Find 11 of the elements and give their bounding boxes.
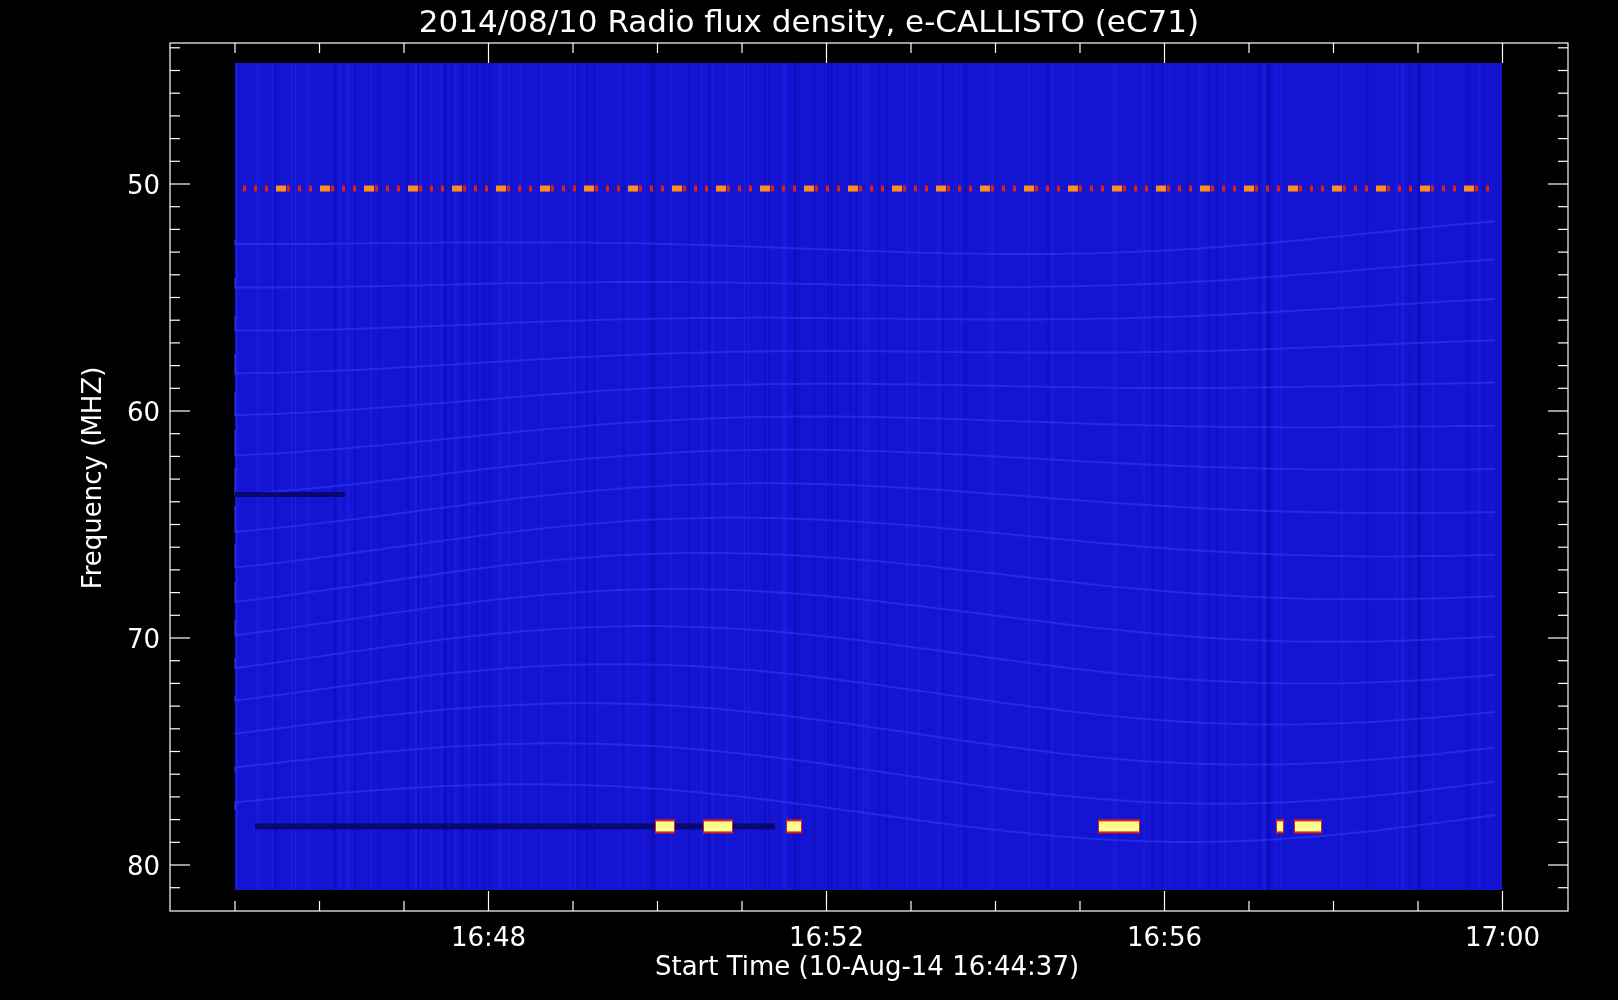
x-axis-label: Start Time (10-Aug-14 16:44:37) <box>654 951 1080 981</box>
y-tick-label: 50 <box>126 170 160 200</box>
y-tick-label: 60 <box>126 397 160 427</box>
y-axis-label: Frequency (MHZ) <box>77 366 107 590</box>
x-tick-label: 16:56 <box>1127 922 1202 952</box>
chart-title: 2014/08/10 Radio flux density, e-CALLISTO (eC71) <box>418 3 1200 39</box>
x-tick-label: 16:48 <box>451 922 526 952</box>
y-tick-label: 80 <box>126 851 160 881</box>
x-tick-label: 16:52 <box>789 922 864 952</box>
x-tick-label: 17:00 <box>1465 922 1540 952</box>
y-tick-label: 70 <box>126 624 160 654</box>
